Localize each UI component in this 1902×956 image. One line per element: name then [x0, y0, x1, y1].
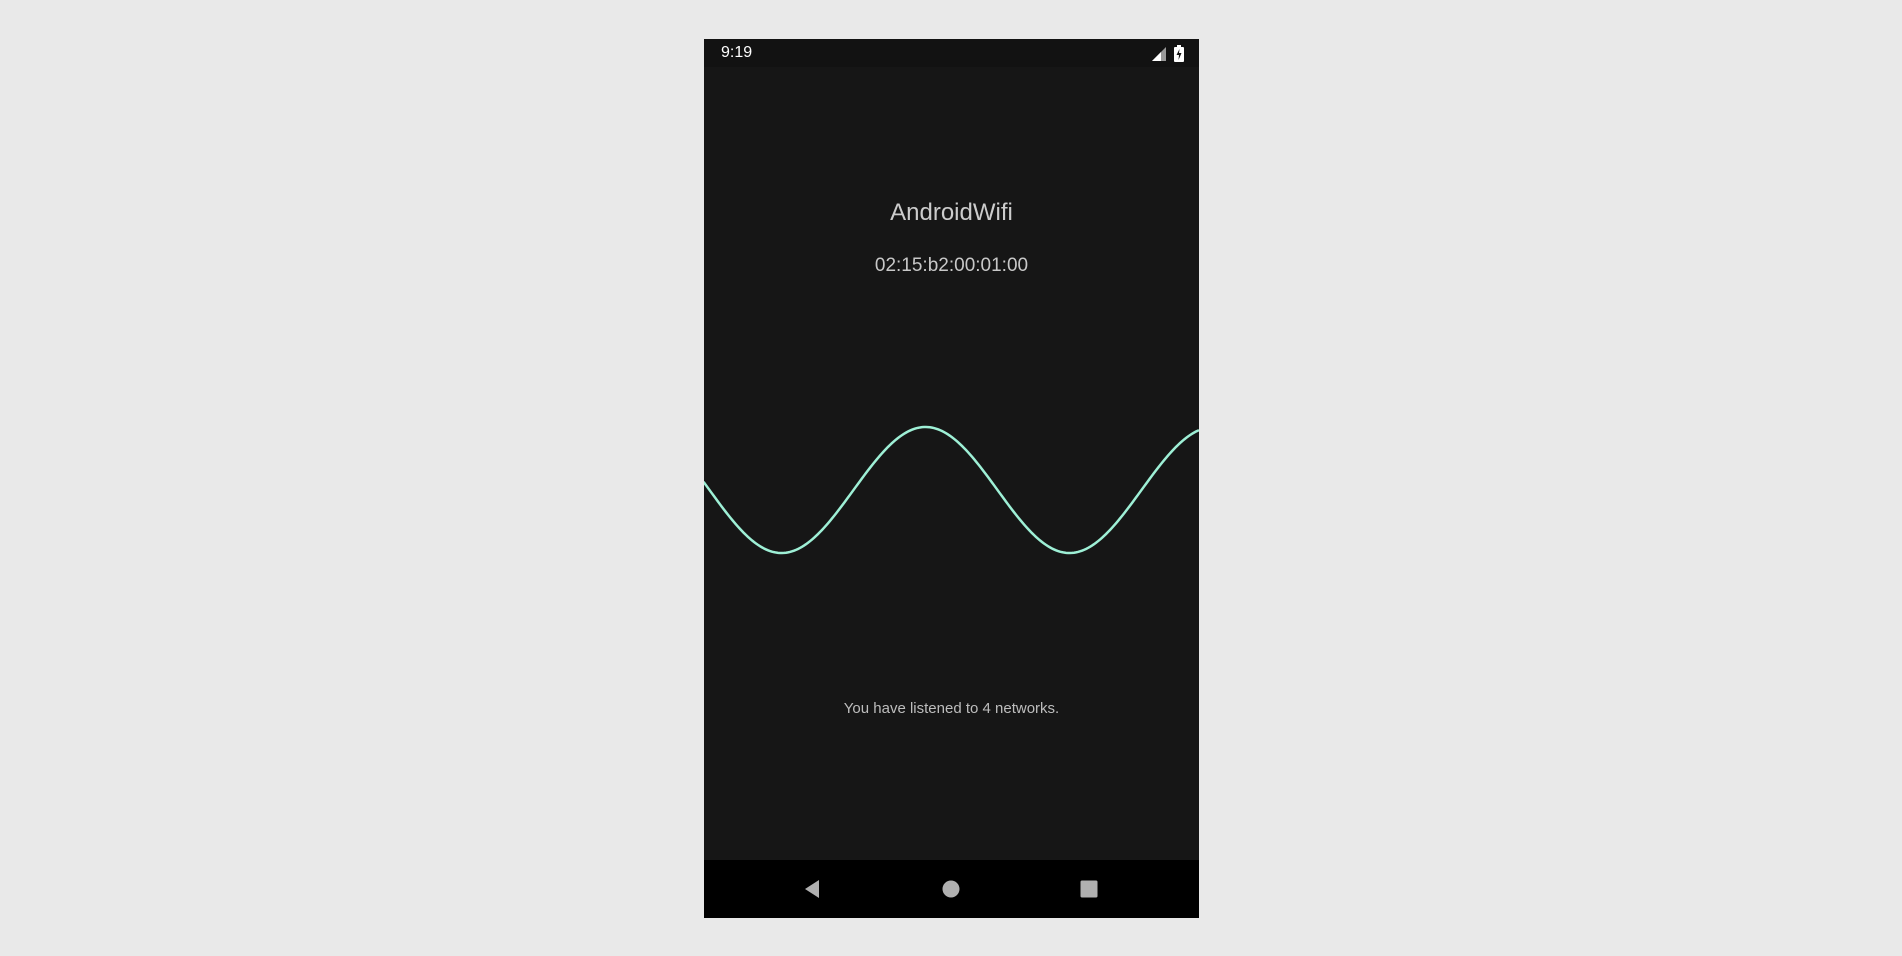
home-icon: [942, 880, 960, 898]
battery-charging-icon: [1174, 45, 1184, 67]
back-button[interactable]: [801, 877, 825, 901]
status-time: 9:19: [721, 44, 753, 61]
signal-icon: [1152, 46, 1166, 66]
networks-count-message: You have listened to 4 networks.: [843, 700, 1060, 717]
home-button[interactable]: [939, 877, 963, 901]
recents-icon: [1080, 880, 1098, 898]
phone-screen: 9:19 AndroidWifi 02:15:b2:00:01:00 You h…: [704, 39, 1199, 918]
recents-button[interactable]: [1077, 877, 1101, 901]
mac-address: 02:15:b2:00:01:00: [874, 255, 1029, 276]
status-bar: 9:19: [704, 39, 1199, 67]
status-icons: [1152, 45, 1184, 67]
sine-wave-line: [704, 425, 1199, 555]
sine-wave-graphic: [704, 425, 1199, 555]
app-title: AndroidWifi: [890, 199, 1013, 226]
navigation-bar: [704, 860, 1199, 918]
back-icon: [805, 880, 819, 898]
